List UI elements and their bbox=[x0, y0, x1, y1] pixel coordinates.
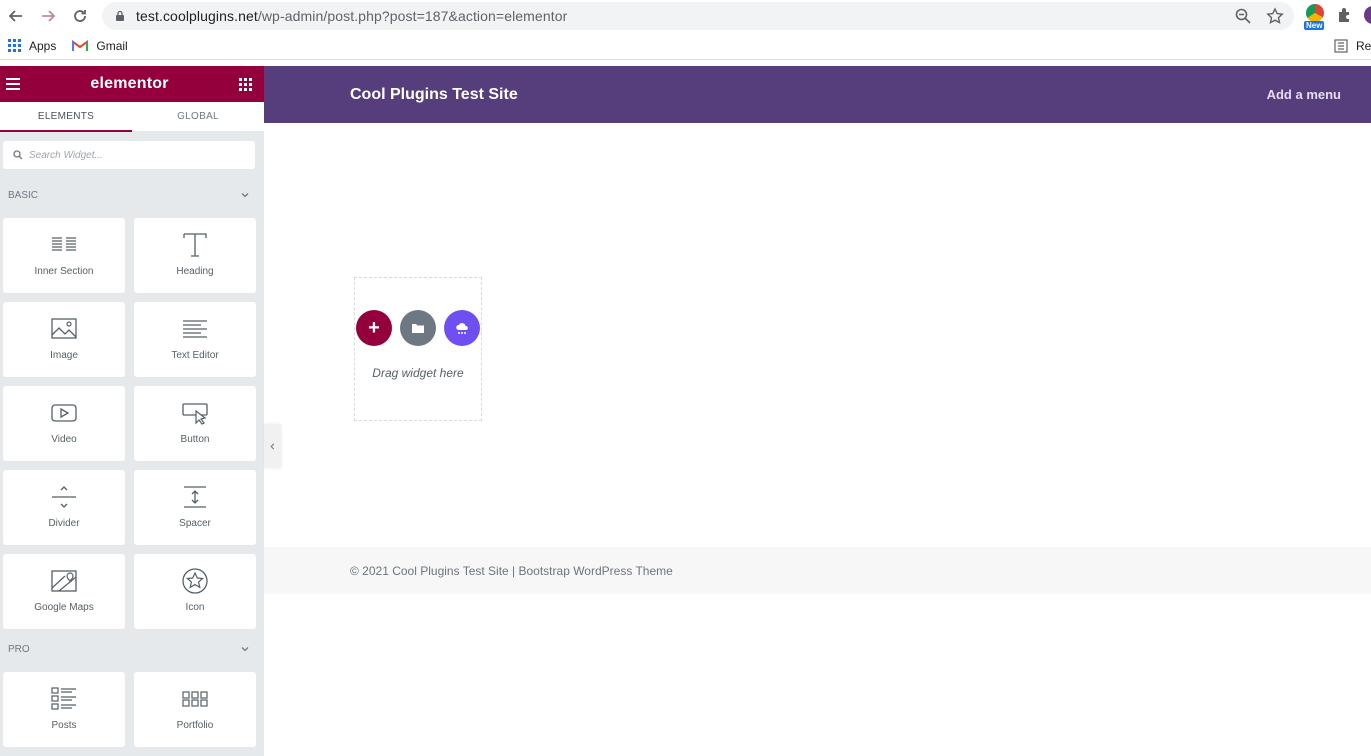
widget-inner-section[interactable]: Inner Section bbox=[3, 218, 125, 293]
folder-icon bbox=[412, 324, 424, 333]
spacer-icon bbox=[184, 486, 206, 508]
bookmarks-bar: Apps Gmail Re bbox=[0, 32, 1371, 60]
widget-label: Image bbox=[50, 350, 78, 361]
url-text: test.coolplugins.net/wp-admin/post.php?p… bbox=[136, 8, 567, 24]
widget-label: Google Maps bbox=[34, 602, 94, 613]
address-bar[interactable]: test.coolplugins.net/wp-admin/post.php?p… bbox=[102, 2, 1294, 30]
text-editor-icon bbox=[183, 320, 207, 338]
add-menu-link[interactable]: Add a menu bbox=[1267, 87, 1341, 102]
reading-list-icon bbox=[1334, 39, 1348, 53]
site-header: Cool Plugins Test Site Add a menu bbox=[264, 66, 1371, 123]
bookmark-gmail-label: Gmail bbox=[96, 38, 128, 53]
star-icon bbox=[182, 568, 208, 594]
elementor-logo: elementor bbox=[90, 75, 169, 92]
bookmark-apps-label: Apps bbox=[29, 38, 57, 53]
button-icon bbox=[182, 403, 208, 425]
reload-button[interactable] bbox=[64, 0, 96, 32]
widget-label: Button bbox=[180, 434, 210, 445]
reading-list[interactable]: Re bbox=[1334, 39, 1371, 53]
chevron-down-icon bbox=[241, 193, 249, 198]
plus-icon: + bbox=[368, 316, 380, 339]
widget-video[interactable]: Video bbox=[3, 386, 125, 461]
add-section-button[interactable]: + bbox=[356, 310, 392, 346]
zoom-icon[interactable] bbox=[1234, 7, 1252, 25]
inner-section-icon bbox=[52, 237, 76, 251]
cloud-icon bbox=[456, 323, 468, 334]
widget-heading[interactable]: Heading bbox=[134, 218, 256, 293]
extension-new-icon[interactable]: New bbox=[1304, 4, 1326, 30]
elementor-panel: elementor ELEMENTS GLOBAL BASIC Inner Se… bbox=[0, 66, 264, 756]
widgets-grid-icon[interactable] bbox=[239, 77, 252, 91]
widget-label: Icon bbox=[185, 602, 205, 613]
tab-elements[interactable]: ELEMENTS bbox=[0, 102, 132, 132]
widget-posts[interactable]: Posts bbox=[3, 672, 125, 747]
portfolio-icon bbox=[182, 691, 208, 707]
bookmark-apps[interactable]: Apps bbox=[0, 39, 64, 53]
widget-label: Video bbox=[51, 434, 77, 445]
widget-divider[interactable]: Divider bbox=[3, 470, 125, 545]
site-title[interactable]: Cool Plugins Test Site bbox=[350, 86, 518, 104]
gmail-icon bbox=[72, 39, 89, 51]
site-footer: © 2021 Cool Plugins Test Site | Bootstra… bbox=[264, 547, 1371, 594]
widget-icon[interactable]: Icon bbox=[134, 554, 256, 629]
widget-label: Inner Section bbox=[34, 266, 94, 277]
widget-spacer[interactable]: Spacer bbox=[134, 470, 256, 545]
widget-text-editor[interactable]: Text Editor bbox=[134, 302, 256, 377]
widget-label: Portfolio bbox=[176, 720, 214, 731]
back-arrow-icon bbox=[8, 10, 22, 22]
widget-button[interactable]: Button bbox=[134, 386, 256, 461]
posts-icon bbox=[51, 687, 76, 710]
extensions-puzzle-icon[interactable] bbox=[1336, 6, 1354, 24]
search-widget-box bbox=[3, 141, 255, 169]
chevron-down-icon bbox=[241, 647, 249, 652]
add-template-button[interactable] bbox=[400, 310, 436, 346]
search-widget-input[interactable] bbox=[29, 149, 229, 161]
chevron-left-icon bbox=[269, 443, 274, 449]
widget-label: Posts bbox=[51, 720, 77, 731]
panel-tabs: ELEMENTS GLOBAL bbox=[0, 102, 264, 132]
forward-button[interactable] bbox=[32, 0, 64, 32]
reading-list-label: Re bbox=[1356, 39, 1371, 53]
profile-avatar[interactable] bbox=[1364, 6, 1371, 24]
category-pro-label: PRO bbox=[8, 643, 30, 655]
drag-widget-hint: Drag widget here bbox=[372, 366, 464, 380]
bookmark-star-icon[interactable] bbox=[1266, 7, 1284, 25]
back-button[interactable] bbox=[0, 0, 32, 32]
reload-icon bbox=[74, 10, 86, 22]
category-basic-label: BASIC bbox=[8, 189, 39, 201]
widget-portfolio[interactable]: Portfolio bbox=[134, 672, 256, 747]
widget-image[interactable]: Image bbox=[3, 302, 125, 377]
panel-header: elementor bbox=[0, 66, 264, 102]
lock-icon bbox=[116, 10, 124, 21]
category-pro-header[interactable]: PRO bbox=[0, 639, 264, 659]
pro-widgets-grid: Posts Portfolio bbox=[3, 672, 256, 747]
search-icon bbox=[13, 150, 23, 160]
extension-new-badge: New bbox=[1304, 21, 1325, 30]
cloud-templates-button[interactable] bbox=[444, 310, 480, 346]
url-path: /wp-admin/post.php?post=187&action=eleme… bbox=[257, 8, 568, 24]
forward-arrow-icon bbox=[42, 10, 56, 22]
category-basic-header[interactable]: BASIC bbox=[0, 185, 264, 205]
bookmark-gmail[interactable]: Gmail bbox=[64, 39, 135, 53]
panel-collapse-toggle[interactable] bbox=[264, 424, 280, 468]
footer-copyright: © 2021 Cool Plugins Test Site | Bootstra… bbox=[350, 563, 673, 578]
url-host: test.coolplugins.net bbox=[136, 8, 258, 24]
widget-label: Text Editor bbox=[171, 350, 219, 361]
basic-widgets-grid: Inner Section Heading Image Text Editor … bbox=[3, 218, 256, 629]
browser-toolbar: test.coolplugins.net/wp-admin/post.php?p… bbox=[0, 0, 1371, 32]
widget-label: Divider bbox=[48, 518, 80, 529]
image-icon bbox=[51, 318, 77, 339]
widget-drop-area[interactable]: + Drag widget here bbox=[354, 277, 482, 421]
tab-global[interactable]: GLOBAL bbox=[132, 102, 264, 132]
heading-icon bbox=[183, 233, 207, 257]
divider-icon bbox=[52, 486, 76, 508]
widget-label: Spacer bbox=[179, 518, 211, 529]
menu-hamburger-icon[interactable] bbox=[6, 78, 20, 90]
google-maps-icon bbox=[51, 570, 77, 592]
widget-label: Heading bbox=[176, 266, 214, 277]
apps-grid-icon bbox=[8, 39, 21, 52]
widget-google-maps[interactable]: Google Maps bbox=[3, 554, 125, 629]
video-icon bbox=[51, 404, 77, 422]
